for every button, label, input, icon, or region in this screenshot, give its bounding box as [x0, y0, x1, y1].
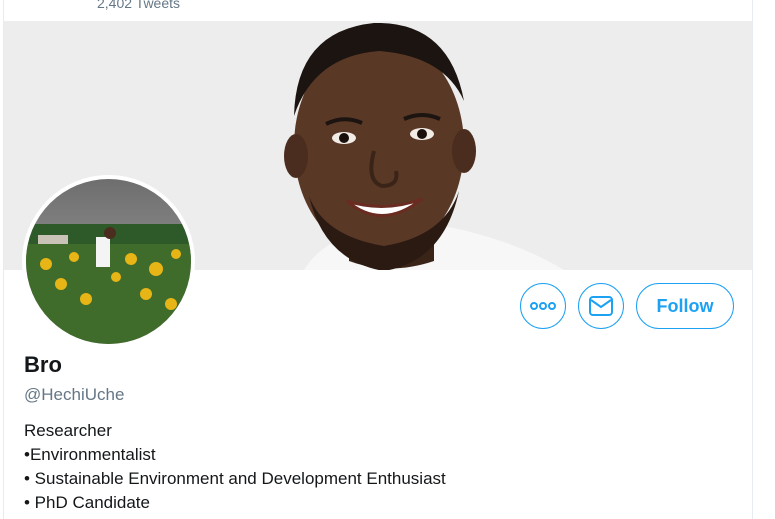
envelope-icon	[589, 296, 613, 316]
profile-bio: Researcher •Environmentalist • Sustainab…	[24, 419, 446, 515]
avatar-photo	[26, 179, 191, 344]
bio-line: •Environmentalist	[24, 445, 156, 464]
more-options-icon	[530, 302, 556, 310]
follow-button[interactable]: Follow	[636, 283, 734, 329]
profile-name: Bro	[24, 352, 62, 377]
profile-page: 2,402 Tweets Follow Bro @HechiUche Resea…	[3, 0, 753, 519]
tweet-count: 2,402 Tweets	[97, 0, 181, 11]
bio-line: Researcher	[24, 421, 112, 440]
bio-line: • Sustainable Environment and Developmen…	[24, 469, 446, 488]
bio-line: • PhD Candidate	[24, 493, 150, 512]
more-options-button[interactable]	[520, 283, 566, 329]
avatar[interactable]	[22, 175, 195, 348]
profile-header-bar: 2,402 Tweets	[4, 0, 752, 22]
message-button[interactable]	[578, 283, 624, 329]
profile-handle: @HechiUche	[24, 385, 125, 404]
profile-actions: Follow	[520, 283, 734, 329]
